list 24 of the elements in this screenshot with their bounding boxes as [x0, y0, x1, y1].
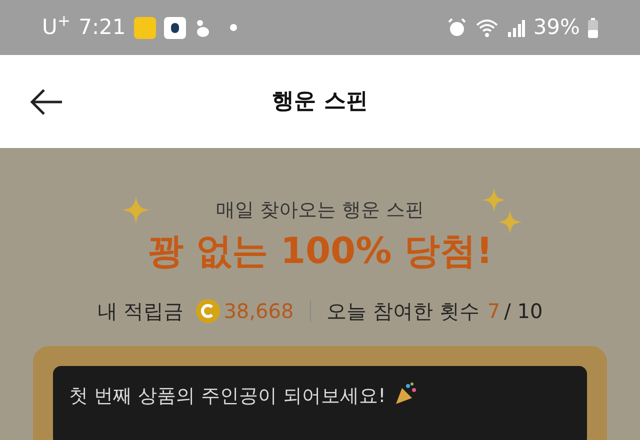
coin-icon: [196, 298, 220, 322]
count-total: / 10: [504, 298, 543, 324]
carrier-label: U$^{+}$: [42, 12, 71, 41]
battery-percent: 39%: [533, 14, 580, 41]
points-label: 내 적립금: [97, 298, 184, 324]
app-icon: [134, 16, 156, 38]
sparkle-icon: [498, 210, 522, 234]
alarm-icon: [447, 18, 468, 38]
wifi-icon: [475, 18, 500, 38]
page-title: 행운 스핀: [272, 88, 368, 116]
subtitle: 매일 찾아오는 행운 스핀: [216, 198, 424, 223]
map-pin-app-icon: [164, 16, 186, 38]
clock-time: 7:21: [78, 14, 126, 41]
count-done: 7: [487, 298, 500, 324]
banner-text: 첫 번째 상품의 주인공이 되어보세요!: [69, 384, 386, 408]
count-label: 오늘 참여한 횟수: [326, 298, 480, 324]
back-arrow-icon: [29, 88, 63, 116]
party-popper-icon: [394, 382, 418, 406]
battery-icon: [588, 18, 598, 38]
sparkle-icon: [482, 188, 506, 212]
headline: 꽝 없는 100% 당첨!: [147, 230, 493, 274]
points-value: 38,668: [224, 298, 294, 324]
sparkle-icon: [122, 196, 150, 224]
signal-icon: [507, 18, 526, 36]
